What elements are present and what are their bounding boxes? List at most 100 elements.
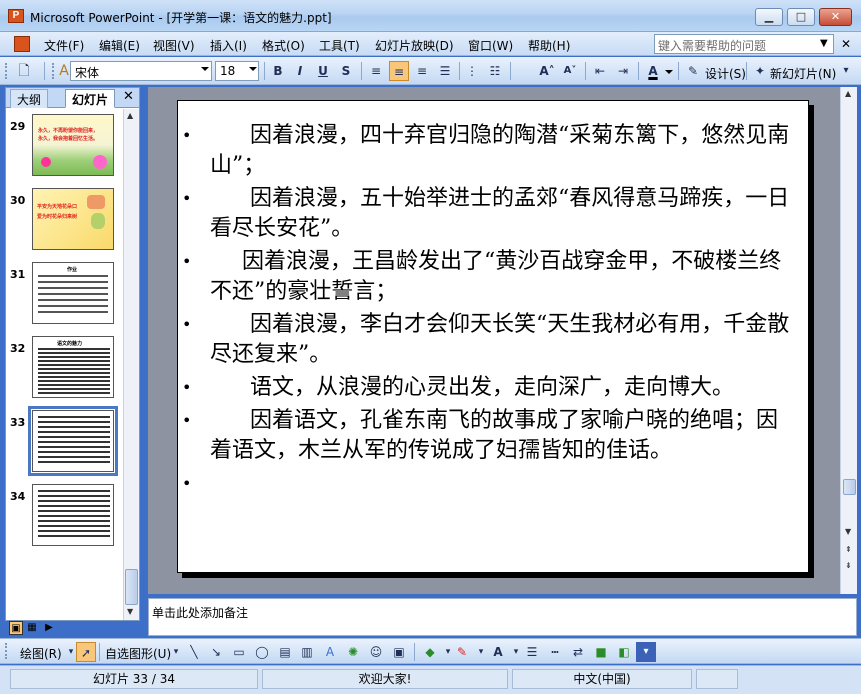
slide-thumbnail-33[interactable] — [28, 406, 118, 476]
align-center-icon[interactable]: ≡ — [389, 61, 409, 81]
bullet-icon: • — [182, 474, 192, 493]
select-pointer-icon[interactable]: ➚ — [76, 642, 96, 662]
font-color-icon[interactable]: A — [643, 61, 663, 81]
close-window-button[interactable]: ✕ — [819, 8, 852, 26]
font-name-combo[interactable]: 宋体 — [70, 61, 212, 81]
oval-icon[interactable]: ◯ — [252, 642, 272, 662]
help-search-input[interactable]: 键入需要帮助的问题 — [654, 34, 834, 54]
slide-thumbnail-31[interactable]: 作业 — [32, 262, 114, 324]
menu-help[interactable]: 帮助(H) — [528, 37, 570, 54]
line-style-icon[interactable]: ☰ — [522, 642, 542, 662]
chevron-down-icon[interactable] — [665, 70, 673, 74]
increase-indent-icon[interactable]: ⇥ — [613, 61, 633, 81]
previous-slide-icon[interactable]: ⇞ — [845, 545, 852, 554]
fill-color-icon[interactable]: ◆ — [420, 642, 440, 662]
picture-icon[interactable]: ▣ — [389, 642, 409, 662]
rectangle-icon[interactable]: ▭ — [229, 642, 249, 662]
slideshow-icon[interactable]: ▶ — [42, 621, 56, 635]
slide-sorter-icon[interactable]: ▦ — [25, 621, 39, 635]
diagram-icon[interactable]: ✺ — [343, 642, 363, 662]
align-left-icon[interactable]: ≡ — [366, 61, 386, 81]
textbox-icon[interactable]: ▤ — [275, 642, 295, 662]
slide-thumbnail-32[interactable]: 语文的魅力 — [32, 336, 114, 398]
bullet-text: 因着浪漫，王昌龄发出了“黄沙百战穿金甲，不破楼兰终不还”的豪壮誓言； — [210, 249, 782, 304]
bullet-text: 语文，从浪漫的心灵出发，走向深广，走向博大。 — [250, 375, 735, 400]
line-color-icon[interactable]: ✎ — [452, 642, 472, 662]
menu-window[interactable]: 窗口(W) — [468, 37, 513, 54]
bullets-icon[interactable]: ☷ — [485, 61, 505, 81]
language-status: 中文(中国) — [512, 669, 692, 689]
toolbar-options-icon[interactable]: ▾ — [636, 642, 656, 662]
underline-button[interactable]: U — [313, 61, 333, 81]
toolbar-options-icon[interactable]: ▾ — [836, 61, 856, 81]
design-button[interactable]: 设计(S) — [705, 65, 746, 82]
menu-edit[interactable]: 编辑(E) — [99, 37, 140, 54]
font-color-icon[interactable]: A — [488, 642, 508, 662]
thumbnail-scrollbar[interactable]: ▲ ▼ — [123, 109, 139, 620]
thumbnail-title: 语文的魅力 — [57, 341, 83, 347]
clipart-icon[interactable]: ☺ — [366, 642, 386, 662]
shadow-style-icon[interactable]: ■ — [591, 642, 611, 662]
menu-tools[interactable]: 工具(T) — [319, 37, 360, 54]
arrow-style-icon[interactable]: ⇄ — [568, 642, 588, 662]
document-icon[interactable] — [14, 36, 30, 52]
next-slide-icon[interactable]: ⇟ — [845, 561, 852, 570]
menu-format[interactable]: 格式(O) — [262, 37, 305, 54]
slide-thumbnail-30[interactable]: 平安为天地花朵口 爱为时花朵归来树 — [32, 188, 114, 250]
slide-scrollbar[interactable]: ▲ ▼ ⇞ ⇟ — [840, 87, 857, 594]
menu-bar: 文件(F) 编辑(E) 视图(V) 插入(I) 格式(O) 工具(T) 幻灯片放… — [0, 32, 861, 56]
new-slide-button[interactable]: 新幻灯片(N) — [770, 65, 836, 82]
normal-view-icon[interactable]: ▣ — [9, 621, 23, 635]
tab-slides[interactable]: 幻灯片 — [65, 89, 116, 108]
shadow-button[interactable]: S — [336, 61, 356, 81]
slide-body-text[interactable]: • 因着浪漫，四十弃官归隐的陶潜“采菊东篱下，悠然见南山”； • 因着浪漫，五十… — [178, 121, 810, 493]
toolbar-grip[interactable] — [5, 63, 8, 79]
menu-slideshow[interactable]: 幻灯片放映(D) — [375, 37, 454, 54]
3d-style-icon[interactable]: ◧ — [614, 642, 634, 662]
decrease-indent-icon[interactable]: ⇤ — [590, 61, 610, 81]
vertical-textbox-icon[interactable]: ▥ — [297, 642, 317, 662]
italic-button[interactable]: I — [290, 61, 310, 81]
notes-pane[interactable]: 单击此处添加备注 — [148, 598, 857, 636]
scroll-up-icon[interactable]: ▲ — [845, 89, 851, 98]
menu-insert[interactable]: 插入(I) — [210, 37, 247, 54]
distribute-icon[interactable]: ☰ — [435, 61, 455, 81]
maximize-button[interactable]: □ — [787, 8, 815, 26]
slide-thumbnail-29[interactable]: 永久，不再盼望你能回来， 永久，我会抱着回忆生活。 — [32, 114, 114, 176]
chevron-down-icon[interactable] — [201, 67, 209, 71]
separator — [99, 643, 100, 661]
close-document-icon[interactable]: ✕ — [841, 37, 851, 51]
increase-font-icon[interactable]: A˄ — [537, 61, 557, 81]
wordart-icon[interactable]: A — [320, 642, 340, 662]
arrow-icon[interactable]: ↘ — [206, 642, 226, 662]
window-title: Microsoft PowerPoint - [开学第一课：语文的魅力.ppt] — [30, 11, 332, 25]
thumbnail-lines — [38, 275, 108, 277]
align-right-icon[interactable]: ≡ — [412, 61, 432, 81]
slide-bullet: • 因着浪漫，五十始举进士的孟郊“春风得意马蹄疾，一日看尽长安花”。 — [178, 184, 810, 244]
minimize-button[interactable]: ▁ — [755, 8, 783, 26]
menu-file[interactable]: 文件(F) — [44, 37, 84, 54]
scroll-up-icon[interactable]: ▲ — [127, 111, 133, 120]
menu-view[interactable]: 视图(V) — [153, 37, 195, 54]
scroll-thumb[interactable] — [843, 479, 856, 495]
font-size-combo[interactable]: 18 — [215, 61, 259, 81]
draw-menu-button[interactable]: 绘图(R) — [20, 645, 62, 662]
numbering-icon[interactable]: ⋮ — [462, 61, 482, 81]
line-icon[interactable]: ╲ — [184, 642, 204, 662]
tab-outline[interactable]: 大纲 — [10, 89, 49, 108]
close-panel-icon[interactable]: ✕ — [123, 89, 134, 104]
dash-style-icon[interactable]: ┅ — [545, 642, 565, 662]
autoshapes-button[interactable]: 自选图形(U) — [105, 645, 171, 662]
chevron-down-icon[interactable]: ▼ — [820, 38, 828, 49]
chevron-down-icon[interactable] — [249, 67, 257, 71]
bold-button[interactable]: B — [268, 61, 288, 81]
slide-thumbnail-34[interactable] — [32, 484, 114, 546]
scroll-down-icon[interactable]: ▼ — [127, 607, 133, 616]
toolbar-grip[interactable] — [5, 643, 8, 659]
scroll-down-icon[interactable]: ▼ — [845, 527, 851, 536]
new-document-icon[interactable]: 🗋 — [14, 61, 34, 81]
current-slide[interactable]: • 因着浪漫，四十弃官归隐的陶潜“采菊东篱下，悠然见南山”； • 因着浪漫，五十… — [177, 100, 809, 573]
chevron-down-icon[interactable]: ▾ — [166, 642, 186, 662]
decrease-font-icon[interactable]: A˅ — [560, 61, 580, 81]
scroll-thumb[interactable] — [125, 569, 138, 605]
